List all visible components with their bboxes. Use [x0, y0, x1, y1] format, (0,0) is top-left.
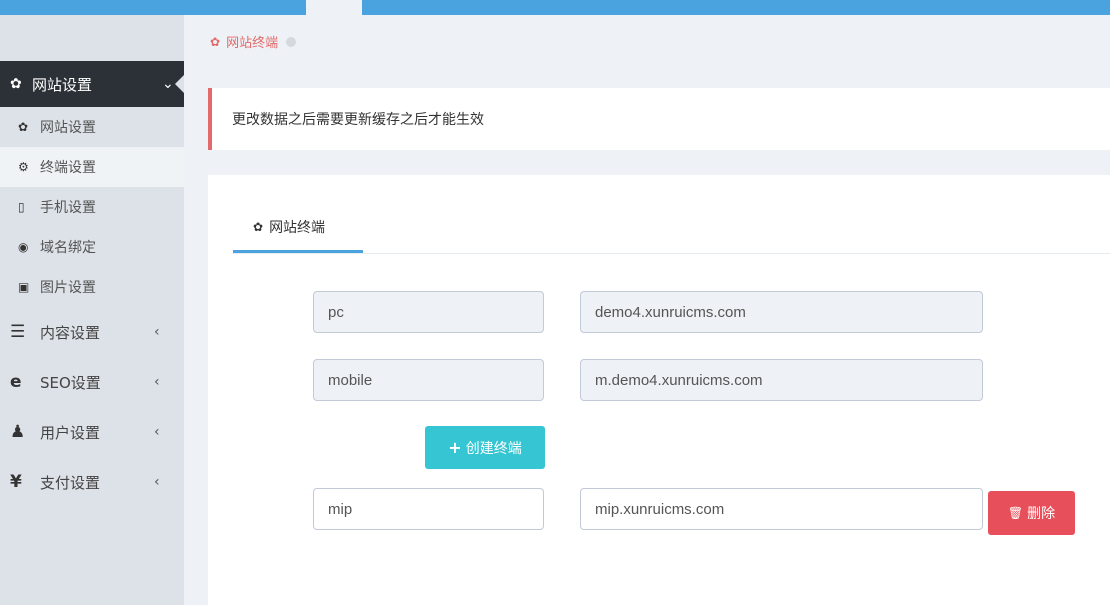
user-icon: ♟: [10, 422, 26, 442]
create-terminal-button[interactable]: + 创建终端: [425, 426, 545, 469]
chevron-down-icon: ⌄: [162, 76, 174, 92]
gear-icon: ✿: [10, 76, 22, 92]
delete-terminal-button[interactable]: 🗑 删除: [988, 491, 1075, 535]
tab-divider: [233, 253, 1110, 254]
breadcrumb-link[interactable]: 网站终端: [226, 32, 278, 51]
sidebar-item-label: 图片设置: [40, 280, 96, 296]
sidebar-menu-user-settings[interactable]: ♟ 用户设置 ‹: [0, 407, 184, 457]
trash-icon: 🗑: [1007, 506, 1024, 520]
sidebar-item-image-settings[interactable]: ▣ 图片设置: [0, 267, 184, 307]
sidebar-menu-website-settings[interactable]: ✿ 网站设置 ⌄: [0, 61, 184, 107]
ie-icon: e: [10, 372, 22, 392]
chevron-left-icon: ‹: [154, 474, 160, 490]
gear-icon: ✿: [18, 120, 29, 134]
sidebar-menu-content-settings[interactable]: ☰ 内容设置 ‹: [0, 307, 184, 357]
plus-icon: +: [448, 438, 462, 457]
notice-alert: 更改数据之后需要更新缓存之后才能生效: [208, 88, 1110, 150]
gear-icon: ✿: [210, 34, 221, 49]
sidebar-item-label: 网站设置: [40, 120, 96, 136]
sidebar-menu-label: 内容设置: [40, 323, 101, 342]
sidebar-item-website-settings[interactable]: ✿ 网站设置: [0, 107, 184, 147]
sidebar-menu-label: 网站设置: [32, 75, 93, 94]
mobile-icon: ▯: [18, 200, 25, 214]
chevron-left-icon: ‹: [154, 324, 160, 340]
sidebar-menu-seo-settings[interactable]: e SEO设置 ‹: [0, 357, 184, 407]
terminal-name-field[interactable]: mobile: [313, 359, 544, 401]
chevron-left-icon: ‹: [154, 424, 160, 440]
chevron-left-icon: ‹: [154, 374, 160, 390]
gears-icon: ⚙: [18, 160, 29, 174]
sidebar-menu-payment-settings[interactable]: ¥ 支付设置 ‹: [0, 457, 184, 507]
breadcrumb-dot-icon: [286, 36, 297, 47]
terminal-panel: ✿ 网站终端 pc demo4.xunruicms.com mobile m.d…: [208, 175, 1110, 605]
globe-icon: ◉: [18, 240, 29, 254]
picture-icon: ▣: [18, 280, 30, 294]
sidebar-item-label: 终端设置: [40, 160, 96, 176]
top-accent-bar: [0, 0, 306, 15]
terminal-name-input[interactable]: mip: [313, 488, 544, 530]
list-icon: ☰: [10, 322, 26, 342]
sidebar-item-mobile-settings[interactable]: ▯ 手机设置: [0, 187, 184, 227]
sidebar-item-domain-binding[interactable]: ◉ 域名绑定: [0, 227, 184, 267]
yen-icon: ¥: [10, 472, 22, 492]
tab-website-terminal[interactable]: ✿ 网站终端: [233, 203, 363, 253]
sidebar-item-terminal-settings[interactable]: ⚙ 终端设置: [0, 147, 184, 187]
terminal-name-field[interactable]: pc: [313, 291, 544, 333]
tab-label: 网站终端: [269, 219, 326, 236]
sidebar-menu-label: 支付设置: [40, 473, 101, 492]
sidebar-item-label: 域名绑定: [40, 240, 96, 256]
sidebar-item-label: 手机设置: [40, 200, 96, 216]
terminal-domain-field[interactable]: demo4.xunruicms.com: [580, 291, 983, 333]
breadcrumb: ✿ 网站终端: [210, 32, 297, 51]
sidebar-menu-label: SEO设置: [40, 373, 101, 392]
notice-text: 更改数据之后需要更新缓存之后才能生效: [232, 112, 484, 128]
top-accent-bar: [362, 0, 1110, 15]
terminal-domain-field[interactable]: m.demo4.xunruicms.com: [580, 359, 983, 401]
terminal-domain-input[interactable]: mip.xunruicms.com: [580, 488, 983, 530]
sidebar-menu-label: 用户设置: [40, 423, 101, 442]
gear-icon: ✿: [253, 219, 264, 234]
sidebar: ✿ 网站设置 ⌄ ✿ 网站设置 ⚙ 终端设置 ▯ 手机设置 ◉ 域名绑定 ▣ 图…: [0, 15, 184, 605]
